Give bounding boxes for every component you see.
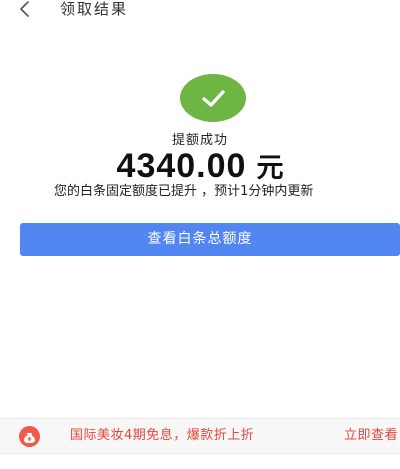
amount-value: 4340.00 (116, 147, 247, 185)
promo-view-now-link[interactable]: 立即查看 (344, 427, 400, 445)
limit-description: 您的白条固定额度已提升 ，预计1分钟内更新 (54, 184, 314, 199)
page: 领取结果 提额成功 4340.00 元 您的白条固定额度已提升 ，预计1分钟内更新… (0, 0, 400, 469)
view-total-limit-button[interactable]: 查看白条总额度 (20, 223, 400, 256)
promo-banner[interactable]: 国际美妆4期免息，爆款折上折 立即查看 (0, 418, 400, 454)
page-title: 领取结果 (60, 0, 129, 18)
checkmark-icon (202, 90, 225, 107)
success-badge (180, 74, 246, 122)
promo-text: 国际美妆4期免息，爆款折上折 (70, 428, 255, 443)
money-bag-icon (19, 426, 40, 447)
top-bar: 领取结果 (0, 0, 400, 24)
amount-unit: 元 (256, 153, 284, 184)
back-icon[interactable] (14, 0, 36, 21)
view-total-limit-label: 查看白条总额度 (147, 231, 253, 247)
